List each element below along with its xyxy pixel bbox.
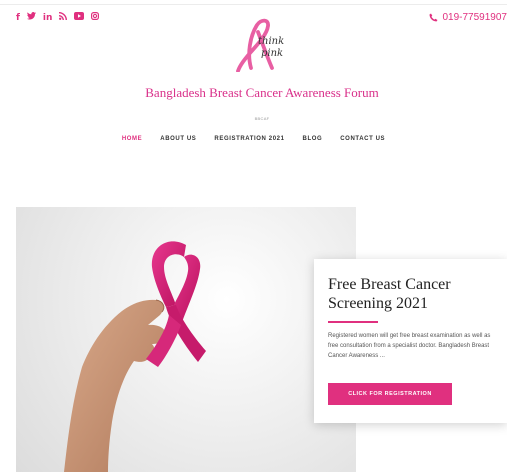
nav-registration-2021[interactable]: REGISTRATION 2021 (214, 136, 284, 142)
hero-card-excerpt: Registered women will get free breast ex… (328, 333, 491, 359)
nav-about-us[interactable]: ABOUT US (160, 136, 196, 142)
phone-icon (429, 13, 438, 22)
facebook-icon[interactable]: f (16, 13, 20, 23)
nav-blog[interactable]: BLOG (303, 136, 323, 142)
hero-card: Free Breast Cancer Screening 2021 Regist… (314, 259, 507, 423)
header-phone[interactable]: 019-77591907 (429, 12, 507, 23)
nav-contact-us[interactable]: CONTACT US (340, 136, 385, 142)
hero-card-title[interactable]: Free Breast Cancer Screening 2021 (328, 275, 498, 313)
logo-text-think: think (258, 36, 285, 47)
hand-ribbon-illustration (64, 241, 206, 472)
site-logo[interactable]: think pink (226, 16, 296, 72)
nav-home[interactable]: HOME (122, 136, 142, 142)
twitter-icon[interactable] (26, 12, 36, 23)
social-links: f in (16, 12, 100, 23)
main-nav: HOME ABOUT US REGISTRATION 2021 BLOG CON… (0, 136, 507, 142)
logo-text-pink: pink (261, 48, 284, 59)
linkedin-icon[interactable]: in (43, 13, 53, 23)
phone-number: 019-77591907 (442, 12, 507, 23)
top-divider (0, 4, 507, 5)
site-title[interactable]: Bangladesh Breast Cancer Awareness Forum (120, 86, 404, 100)
instagram-icon[interactable] (91, 12, 100, 23)
hero-image (16, 207, 356, 472)
youtube-icon[interactable] (74, 12, 85, 23)
rss-icon[interactable] (59, 12, 68, 23)
register-button[interactable]: CLICK FOR REGISTRATION (328, 383, 452, 405)
title-underline (328, 321, 378, 323)
site-tagline: BBCAF (254, 116, 270, 121)
